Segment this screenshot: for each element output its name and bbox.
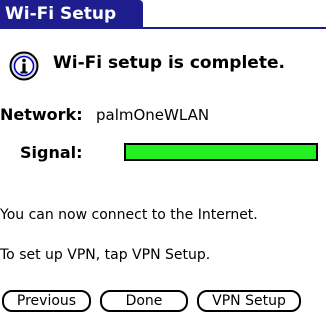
signal-strength-bar	[124, 143, 318, 161]
network-name: palmOneWLAN	[96, 106, 210, 124]
vpn-setup-button[interactable]: VPN Setup	[197, 290, 301, 312]
vpn-instruction: To set up VPN, tap VPN Setup.	[0, 247, 211, 263]
info-icon	[9, 51, 39, 81]
done-button[interactable]: Done	[100, 290, 188, 312]
connect-message: You can now connect to the Internet.	[0, 207, 258, 223]
window-title: Wi-Fi Setup	[5, 4, 117, 24]
title-underline	[0, 27, 326, 29]
network-label: Network:	[0, 105, 83, 124]
status-headline: Wi-Fi setup is complete.	[53, 53, 285, 73]
signal-label: Signal:	[20, 143, 83, 162]
previous-button[interactable]: Previous	[2, 290, 91, 312]
title-bar: Wi-Fi Setup	[0, 0, 143, 29]
signal-strength-fill	[126, 145, 316, 159]
